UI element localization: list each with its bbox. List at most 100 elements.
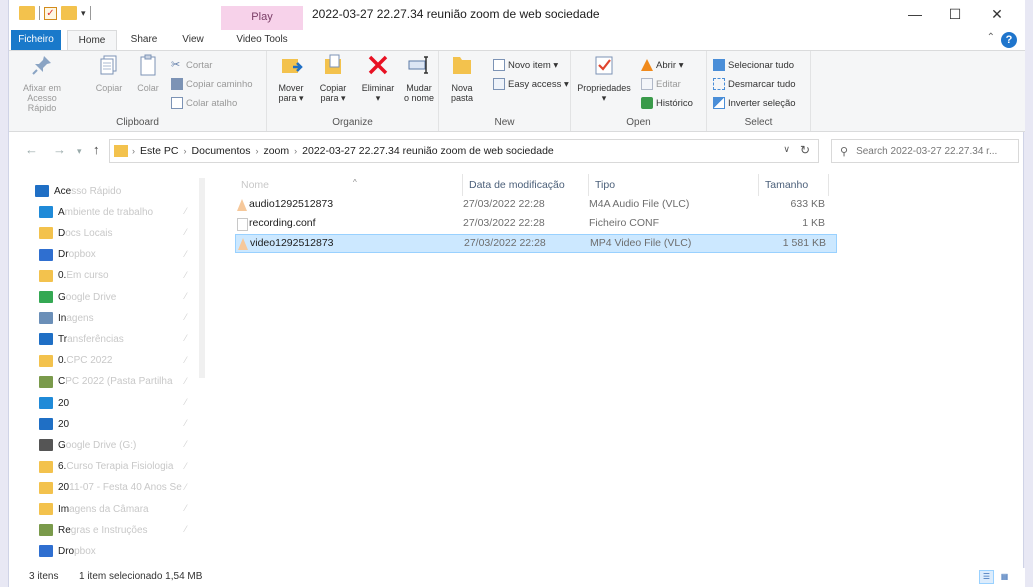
column-header-name[interactable]: ^ Nome (235, 174, 463, 196)
close-button[interactable]: ✕ (977, 0, 1017, 28)
nav-item[interactable]: Docs Locais (39, 224, 112, 242)
nav-item[interactable]: 20 (39, 415, 69, 433)
nav-item[interactable]: Im agens da Câmara (39, 500, 149, 518)
easy-access-button[interactable]: Easy access ▾ (493, 76, 569, 92)
address-dropdown-icon[interactable]: ∨ (783, 144, 790, 155)
nav-item[interactable]: Tr ansferências (39, 330, 124, 348)
paste-button[interactable]: Colar (133, 53, 163, 93)
pin-icon[interactable]: ⁄ (185, 482, 187, 492)
easy-access-label: Easy access ▾ (508, 78, 569, 90)
nav-item[interactable]: 20 (39, 394, 69, 412)
address-bar[interactable]: › Este PC › Documentos › zoom › 2022-03-… (109, 139, 819, 163)
tab-share[interactable]: Share (121, 30, 167, 50)
new-item-button[interactable]: Novo item ▾ (493, 57, 558, 73)
column-header-type[interactable]: Tipo (589, 174, 759, 196)
minimize-button[interactable]: — (895, 0, 935, 28)
delete-button[interactable]: Eliminar ▾ (359, 53, 397, 103)
tab-video-tools[interactable]: Video Tools (221, 30, 303, 50)
large-icons-view-button[interactable]: ▦ (997, 570, 1012, 584)
copy-to-button[interactable]: Copiar para ▾ (315, 53, 351, 103)
details-view-button[interactable]: ☰ (979, 570, 994, 584)
nav-item-label-faded: sso Rápido (71, 185, 122, 197)
column-header-size[interactable]: Tamanho (759, 174, 829, 196)
nav-item[interactable]: Ambiente de trabalho (39, 203, 153, 221)
nav-item[interactable]: 0. CPC 2022 (39, 352, 112, 370)
pin-icon[interactable]: ⁄ (185, 291, 187, 301)
nav-item[interactable]: Ace sso Rápido (35, 182, 121, 200)
pin-icon[interactable]: ⁄ (185, 461, 187, 471)
nav-item[interactable]: Google Drive (39, 288, 116, 306)
nav-item[interactable]: In agens (39, 309, 94, 327)
breadcrumb-zoom[interactable]: zoom (263, 145, 289, 157)
pin-icon[interactable]: ⁄ (185, 206, 187, 216)
pin-icon[interactable]: ⁄ (185, 418, 187, 428)
pin-quick-access-button[interactable]: Afixar em Acesso Rápido (13, 53, 71, 113)
pin-icon[interactable]: ⁄ (185, 270, 187, 280)
nav-item-label: C (58, 376, 66, 388)
nav-item[interactable]: Dropbox (39, 246, 96, 264)
column-header-date[interactable]: Data de modificação (463, 174, 589, 196)
paste-shortcut-button[interactable]: Colar atalho (171, 95, 237, 111)
nav-pane-scrollbar[interactable] (195, 170, 209, 568)
sort-ascending-icon: ^ (353, 178, 357, 187)
file-row[interactable]: audio1292512873 27/03/2022 22:28 M4A Audio… (235, 196, 837, 215)
nav-item[interactable]: Re gras e Instruções (39, 521, 148, 539)
up-arrow-icon[interactable]: ↑ (93, 142, 100, 157)
copy-to-label: Copiar para ▾ (319, 83, 347, 103)
pin-icon[interactable]: ⁄ (185, 227, 187, 237)
back-arrow-icon[interactable]: ← (25, 142, 38, 157)
maximize-button[interactable]: ☐ (935, 0, 975, 28)
nav-item[interactable]: Google Drive (G:) (39, 436, 136, 454)
collapse-ribbon-icon[interactable]: ⌃ (987, 32, 995, 43)
select-all-button[interactable]: Selecionar tudo (713, 57, 794, 73)
pin-icon[interactable]: ⁄ (185, 249, 187, 259)
move-to-icon (282, 59, 303, 73)
pin-icon[interactable]: ⁄ (185, 439, 187, 449)
pin-icon[interactable]: ⁄ (185, 524, 187, 534)
breadcrumb-current-folder[interactable]: 2022-03-27 22.27.34 reunião zoom de web … (302, 145, 554, 157)
select-group-label: Select (744, 117, 773, 128)
open-button[interactable]: Abrir ▾ (641, 57, 683, 73)
breadcrumb-este-pc[interactable]: Este PC (140, 145, 179, 157)
recent-locations-icon[interactable]: ▾ (77, 146, 82, 157)
new-folder-button[interactable]: Nova pasta (445, 53, 479, 103)
nav-item-label: 20 (58, 418, 70, 430)
nav-item[interactable]: 0. Em curso (39, 267, 109, 285)
invert-selection-button[interactable]: Inverter seleção (713, 95, 796, 111)
nav-item[interactable]: Dropbox (39, 542, 96, 560)
tab-home[interactable]: Home (67, 30, 117, 51)
scrollbar-thumb[interactable] (199, 178, 205, 378)
tab-file[interactable]: Ficheiro (11, 30, 61, 50)
pin-icon[interactable]: ⁄ (185, 376, 187, 386)
nav-item[interactable]: 6. Curso Terapia Fisiologia (39, 458, 173, 476)
nav-item-label: Tr (58, 333, 68, 345)
customize-qat-icon[interactable]: ▾ (81, 8, 86, 19)
cut-button[interactable]: ✂ Cortar (171, 57, 212, 73)
select-none-button[interactable]: Desmarcar tudo (713, 76, 796, 92)
nav-item[interactable]: C PC 2022 (Pasta Partilha (39, 373, 173, 391)
nav-item-label: 6. (58, 461, 67, 473)
pin-icon[interactable]: ⁄ (185, 355, 187, 365)
new-folder-icon[interactable] (61, 6, 77, 20)
forward-arrow-icon[interactable]: → (53, 142, 66, 157)
tab-view[interactable]: View (171, 30, 215, 50)
properties-check-icon[interactable]: ✓ (44, 6, 57, 20)
copy-button[interactable]: Copiar (91, 53, 127, 93)
edit-button[interactable]: Editar (641, 76, 681, 92)
file-row[interactable]: recording.conf 27/03/2022 22:28 Ficheiro C… (235, 215, 837, 234)
search-box[interactable]: ⚲ Search 2022-03-27 22.27.34 r... (831, 139, 1019, 163)
pin-icon[interactable]: ⁄ (185, 503, 187, 513)
breadcrumb-documentos[interactable]: Documentos (192, 145, 251, 157)
copy-path-button[interactable]: Copiar caminho (171, 76, 253, 92)
history-button[interactable]: Histórico (641, 95, 693, 111)
rename-button[interactable]: Mudar o nome (401, 53, 437, 103)
file-row[interactable]: video1292512873 27/03/2022 22:28 MP4 Video… (235, 234, 837, 253)
pin-icon[interactable]: ⁄ (185, 333, 187, 343)
move-to-button[interactable]: Mover para ▾ (273, 53, 309, 103)
refresh-icon[interactable]: ↻ (800, 143, 810, 157)
pin-icon[interactable]: ⁄ (185, 312, 187, 322)
help-icon[interactable]: ? (1001, 32, 1017, 48)
properties-button[interactable]: Propriedades ▾ (573, 53, 635, 103)
pin-icon[interactable]: ⁄ (185, 397, 187, 407)
nav-item[interactable]: 20 11-07 - Festa 40 Anos Se (39, 479, 182, 497)
